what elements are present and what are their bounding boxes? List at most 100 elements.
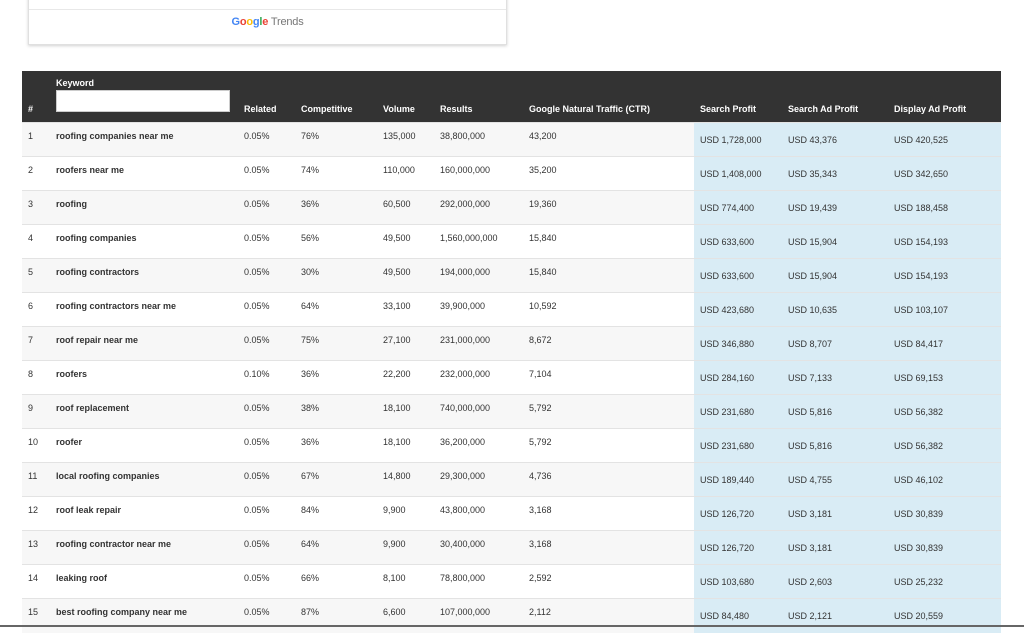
cell-competitive: 67%: [301, 462, 383, 497]
cell-traffic: 35,200: [529, 156, 694, 191]
cell-search-profit: USD 633,600: [694, 224, 788, 259]
table-row[interactable]: 8 roofers 0.10% 36% 22,200 232,000,000 7,104 US…: [22, 360, 1001, 395]
cell-search-ad-profit: USD 4,755: [788, 462, 894, 497]
cell-competitive: 84%: [301, 496, 383, 531]
keyword-table: # Keyword Related Competitive Volume Res…: [22, 71, 1001, 633]
cell-traffic: 43,200: [529, 122, 694, 157]
cell-volume: 22,200: [383, 360, 440, 395]
cell-competitive: 56%: [301, 224, 383, 259]
col-header-display-ad-profit[interactable]: Display Ad Profit: [894, 71, 1001, 123]
cell-competitive: 36%: [301, 190, 383, 225]
cell-results: 36,200,000: [440, 428, 529, 463]
cell-results: 740,000,000: [440, 394, 529, 429]
cell-results: 231,000,000: [440, 326, 529, 361]
cell-results: 30,400,000: [440, 530, 529, 565]
cell-keyword: roof leak repair: [56, 496, 244, 531]
table-row[interactable]: 1 roofing companies near me 0.05% 76% 135,00…: [22, 122, 1001, 157]
table-row[interactable]: 9 roof replacement 0.05% 38% 18,100 740,000,0…: [22, 394, 1001, 429]
cell-search-profit: USD 774,400: [694, 190, 788, 225]
cell-related: 0.05%: [244, 394, 301, 429]
cell-search-ad-profit: USD 5,816: [788, 428, 894, 463]
table-row[interactable]: 14 leaking roof 0.05% 66% 8,100 78,800,000 2,5…: [22, 564, 1001, 599]
cell-competitive: 36%: [301, 360, 383, 395]
cell-display-ad-profit: USD 56,382: [894, 428, 1001, 463]
cell-related: 0.05%: [244, 564, 301, 599]
cell-display-ad-profit: USD 56,382: [894, 394, 1001, 429]
cell-search-ad-profit: USD 15,904: [788, 224, 894, 259]
cell-results: 1,560,000,000: [440, 224, 529, 259]
cell-traffic: 4,736: [529, 462, 694, 497]
cell-volume: 49,500: [383, 258, 440, 293]
cell-display-ad-profit: USD 420,525: [894, 122, 1001, 157]
table-row[interactable]: 15 best roofing company near me 0.05% 87% 6,…: [22, 598, 1001, 633]
cell-index: 5: [22, 258, 56, 293]
cell-search-ad-profit: USD 2,603: [788, 564, 894, 599]
col-header-results[interactable]: Results: [440, 71, 529, 123]
cell-search-ad-profit: USD 8,707: [788, 326, 894, 361]
cell-search-profit: USD 231,680: [694, 394, 788, 429]
table-row[interactable]: 3 roofing 0.05% 36% 60,500 292,000,000 19,360 U…: [22, 190, 1001, 225]
cell-index: 2: [22, 156, 56, 191]
col-header-related[interactable]: Related: [244, 71, 301, 123]
cell-volume: 9,900: [383, 530, 440, 565]
cell-search-ad-profit: USD 19,439: [788, 190, 894, 225]
cell-competitive: 38%: [301, 394, 383, 429]
table-row[interactable]: 11 local roofing companies 0.05% 67% 14,800 2…: [22, 462, 1001, 497]
cell-search-profit: USD 126,720: [694, 496, 788, 531]
table-row[interactable]: 4 roofing companies 0.05% 56% 49,500 1,560,00…: [22, 224, 1001, 259]
cell-keyword: roofers near me: [56, 156, 244, 191]
cell-keyword: leaking roof: [56, 564, 244, 599]
table-row[interactable]: 6 roofing contractors near me 0.05% 64% 33,1…: [22, 292, 1001, 327]
cell-search-ad-profit: USD 35,343: [788, 156, 894, 191]
col-header-search-profit[interactable]: Search Profit: [694, 71, 788, 123]
cell-search-profit: USD 103,680: [694, 564, 788, 599]
col-header-competitive[interactable]: Competitive: [301, 71, 383, 123]
cell-keyword: roofer: [56, 428, 244, 463]
cell-keyword: roofing companies: [56, 224, 244, 259]
table-row[interactable]: 5 roofing contractors 0.05% 30% 49,500 194,00…: [22, 258, 1001, 293]
cell-keyword: roof replacement: [56, 394, 244, 429]
cell-keyword: local roofing companies: [56, 462, 244, 497]
cell-search-profit: USD 1,728,000: [694, 122, 788, 157]
col-header-search-ad-profit[interactable]: Search Ad Profit: [788, 71, 894, 123]
cell-keyword: roofing companies near me: [56, 122, 244, 157]
cell-search-ad-profit: USD 15,904: [788, 258, 894, 293]
cell-search-ad-profit: USD 10,635: [788, 292, 894, 327]
table-row[interactable]: 13 roofing contractor near me 0.05% 64% 9,90…: [22, 530, 1001, 565]
cell-search-profit: USD 284,160: [694, 360, 788, 395]
cell-related: 0.05%: [244, 224, 301, 259]
cell-volume: 60,500: [383, 190, 440, 225]
col-header-traffic[interactable]: Google Natural Traffic (CTR): [529, 71, 694, 123]
col-header-volume[interactable]: Volume: [383, 71, 440, 123]
cell-display-ad-profit: USD 154,193: [894, 224, 1001, 259]
cell-keyword: roofing contractors: [56, 258, 244, 293]
cell-volume: 110,000: [383, 156, 440, 191]
col-header-index: #: [22, 71, 56, 123]
cell-keyword: roofing: [56, 190, 244, 225]
google-trends-logo[interactable]: Google Trends: [29, 16, 506, 28]
cell-search-profit: USD 231,680: [694, 428, 788, 463]
cell-related: 0.05%: [244, 530, 301, 565]
table-row[interactable]: 12 roof leak repair 0.05% 84% 9,900 43,800,00…: [22, 496, 1001, 531]
cell-index: 9: [22, 394, 56, 429]
cell-related: 0.05%: [244, 190, 301, 225]
table-row[interactable]: 7 roof repair near me 0.05% 75% 27,100 231,00…: [22, 326, 1001, 361]
table-body: 1 roofing companies near me 0.05% 76% 135,00…: [22, 122, 1001, 633]
cell-search-ad-profit: USD 3,181: [788, 496, 894, 531]
cell-search-ad-profit: USD 43,376: [788, 122, 894, 157]
table-row[interactable]: 2 roofers near me 0.05% 74% 110,000 160,000,0…: [22, 156, 1001, 191]
cell-traffic: 10,592: [529, 292, 694, 327]
cell-index: 12: [22, 496, 56, 531]
cell-display-ad-profit: USD 30,839: [894, 530, 1001, 565]
cell-keyword: roofing contractors near me: [56, 292, 244, 327]
keyword-filter-input[interactable]: [56, 90, 230, 112]
cell-search-profit: USD 1,408,000: [694, 156, 788, 191]
cell-index: 15: [22, 598, 56, 633]
table-row[interactable]: 10 roofer 0.05% 36% 18,100 36,200,000 5,792 USD…: [22, 428, 1001, 463]
cell-search-profit: USD 126,720: [694, 530, 788, 565]
cell-traffic: 8,672: [529, 326, 694, 361]
cell-index: 13: [22, 530, 56, 565]
cell-traffic: 5,792: [529, 394, 694, 429]
cell-results: 38,800,000: [440, 122, 529, 157]
cell-display-ad-profit: USD 84,417: [894, 326, 1001, 361]
